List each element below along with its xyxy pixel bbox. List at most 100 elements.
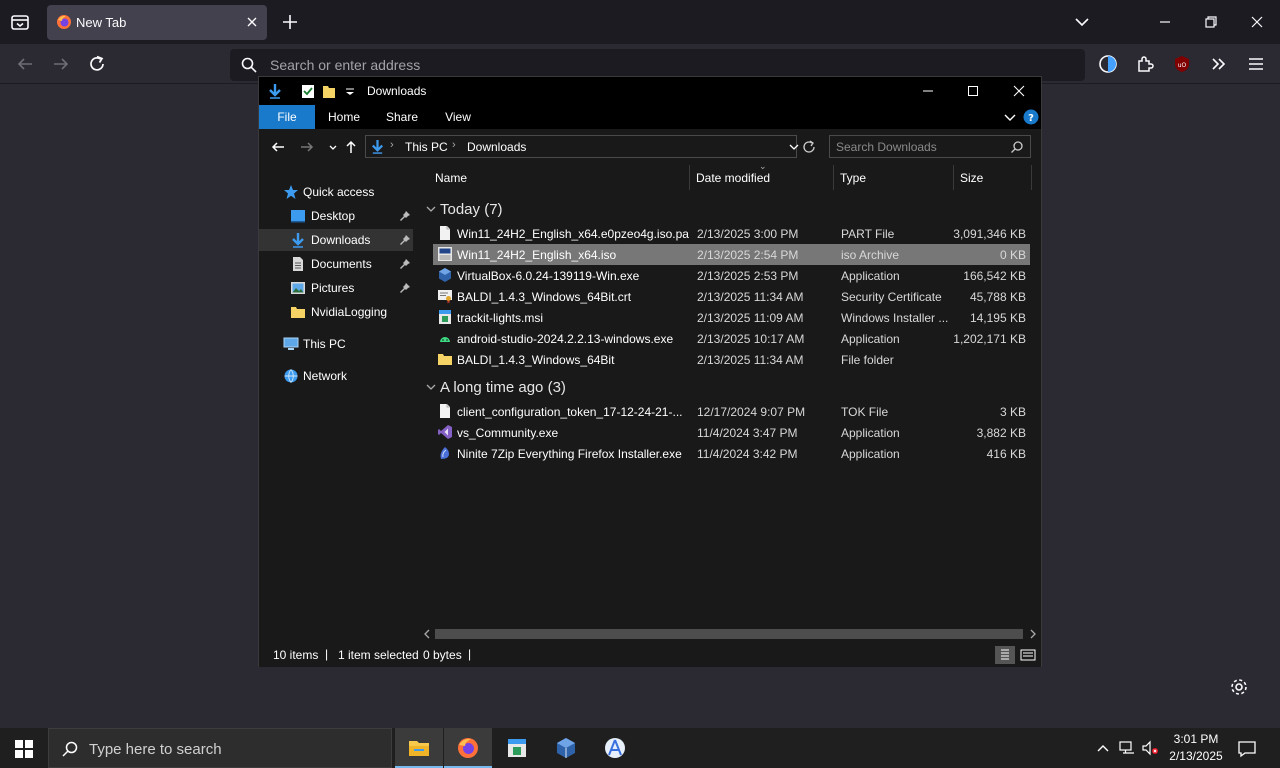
properties-check-icon[interactable]: [300, 83, 316, 99]
minimize-icon[interactable]: [1156, 13, 1174, 31]
nav-documents[interactable]: Documents: [259, 253, 413, 275]
ublock-origin-icon[interactable]: uO: [1171, 53, 1193, 75]
file-row[interactable]: Win11_24H2_English_x64.iso 2/13/2025 2:54…: [433, 244, 1030, 265]
file-name: VirtualBox-6.0.24-139119-Win.exe: [457, 269, 640, 283]
nav-nvidialogging[interactable]: NvidiaLogging: [259, 301, 413, 323]
customize-dropdown-icon[interactable]: [342, 83, 358, 99]
ribbon-tab-share[interactable]: Share: [383, 105, 421, 129]
column-divider[interactable]: [1031, 165, 1032, 190]
installer-icon: [437, 309, 453, 325]
minimize-icon[interactable]: [920, 83, 936, 99]
browser-tab[interactable]: New Tab: [47, 5, 267, 40]
file-row[interactable]: android-studio-2024.2.2.13-windows.exe 2/…: [433, 328, 1030, 349]
column-divider[interactable]: [953, 165, 954, 190]
scrollbar-thumb[interactable]: [435, 629, 1023, 639]
hamburger-menu-icon[interactable]: [1245, 53, 1267, 75]
overflow-chevrons-icon[interactable]: [1208, 53, 1230, 75]
up-arrow-icon[interactable]: [343, 139, 359, 155]
nav-this-pc[interactable]: This PC: [259, 333, 413, 355]
ribbon-tab-file[interactable]: File: [259, 105, 315, 129]
taskbar-android-studio[interactable]: [591, 728, 639, 768]
forward-arrow-icon[interactable]: [50, 53, 72, 75]
expand-ribbon-icon[interactable]: [1002, 109, 1018, 125]
ribbon-tab-home[interactable]: Home: [325, 105, 363, 129]
file-icon: [437, 225, 453, 241]
notification-center-icon[interactable]: [1237, 739, 1257, 759]
maximize-icon[interactable]: [965, 83, 981, 99]
search-icon: [61, 740, 79, 758]
tab-list-icon[interactable]: [8, 10, 32, 34]
file-row[interactable]: Win11_24H2_English_x64.e0pzeo4g.iso.part…: [433, 223, 1030, 244]
search-downloads-box[interactable]: [829, 135, 1031, 158]
contrast-extension-icon[interactable]: [1097, 53, 1119, 75]
taskbar-file-explorer[interactable]: [395, 728, 443, 768]
file-row[interactable]: BALDI_1.4.3_Windows_64Bit.crt 2/13/2025 1…: [433, 286, 1030, 307]
new-folder-icon[interactable]: [322, 83, 338, 99]
search-input[interactable]: [836, 139, 1006, 155]
details-view-icon[interactable]: [995, 646, 1015, 664]
help-icon[interactable]: ?: [1023, 109, 1039, 125]
refresh-icon[interactable]: [801, 139, 817, 155]
nav-quick-access[interactable]: Quick access: [259, 181, 413, 203]
column-header-date[interactable]: Date modified: [696, 171, 770, 185]
nav-pictures[interactable]: Pictures: [259, 277, 413, 299]
taskbar-firefox[interactable]: [444, 728, 492, 768]
extensions-puzzle-icon[interactable]: [1134, 53, 1156, 75]
back-arrow-icon[interactable]: [14, 53, 36, 75]
back-arrow-icon[interactable]: [270, 139, 286, 155]
url-input[interactable]: [270, 55, 970, 75]
window-close-icon[interactable]: [1248, 13, 1266, 31]
file-type: Application: [841, 426, 900, 440]
android-studio-icon: [605, 738, 625, 758]
taskbar-virtualbox[interactable]: [542, 728, 590, 768]
file-row[interactable]: trackit-lights.msi 2/13/2025 11:09 AM Wind…: [433, 307, 1030, 328]
taskbar-search-box[interactable]: Type here to search: [48, 728, 392, 768]
file-row[interactable]: VirtualBox-6.0.24-139119-Win.exe 2/13/202…: [433, 265, 1030, 286]
new-tab-plus-icon[interactable]: [280, 12, 300, 32]
nav-label: NvidiaLogging: [311, 305, 388, 319]
taskbar-installer-app[interactable]: [493, 728, 541, 768]
windows-start-icon[interactable]: [0, 728, 48, 768]
file-row[interactable]: BALDI_1.4.3_Windows_64Bit 2/13/2025 11:34…: [433, 349, 1030, 370]
folder-icon: [290, 304, 306, 320]
scroll-left-icon[interactable]: [422, 629, 432, 639]
ribbon-tab-view[interactable]: View: [441, 105, 475, 129]
restore-icon[interactable]: [1202, 13, 1220, 31]
column-divider[interactable]: [689, 165, 690, 190]
network-wired-icon[interactable]: [1118, 739, 1136, 757]
nav-downloads[interactable]: Downloads: [259, 229, 413, 251]
nav-network[interactable]: Network: [259, 365, 413, 387]
taskbar-clock[interactable]: 3:01 PM 2/13/2025: [1160, 731, 1232, 765]
reload-icon[interactable]: [86, 53, 108, 75]
chevron-down-icon: [425, 203, 437, 215]
recent-locations-chevron-icon[interactable]: [325, 139, 341, 155]
column-header-type[interactable]: Type: [840, 171, 866, 185]
close-icon[interactable]: [1011, 83, 1027, 99]
nav-desktop[interactable]: Desktop: [259, 205, 413, 227]
breadcrumb-bar[interactable]: › This PC › Downloads: [365, 135, 799, 158]
column-header-name[interactable]: Name: [435, 171, 467, 185]
column-header-size[interactable]: Size: [960, 171, 983, 185]
gear-icon[interactable]: [1228, 676, 1250, 698]
large-icons-view-icon[interactable]: [1018, 646, 1038, 664]
breadcrumb-this-pc[interactable]: This PC: [405, 140, 448, 154]
show-hidden-icons-chevron-up-icon[interactable]: [1094, 739, 1112, 757]
file-row[interactable]: vs_Community.exe 11/4/2024 3:47 PM Applica…: [433, 422, 1030, 443]
file-row[interactable]: Ninite 7Zip Everything Firefox Installer…: [433, 443, 1030, 464]
tab-close-icon[interactable]: [245, 15, 259, 29]
column-divider[interactable]: [833, 165, 834, 190]
file-name: Win11_24H2_English_x64.e0pzeo4g.iso.part: [457, 227, 689, 241]
file-name: client_configuration_token_17-12-24-21-.…: [457, 405, 683, 419]
file-date-modified: 2/13/2025 11:09 AM: [697, 311, 804, 325]
horizontal-scrollbar[interactable]: [419, 626, 1041, 642]
forward-arrow-icon[interactable]: [299, 139, 315, 155]
chevron-down-icon[interactable]: [1073, 13, 1091, 31]
file-row[interactable]: client_configuration_token_17-12-24-21-.…: [433, 401, 1030, 422]
file-group-header[interactable]: A long time ago (3): [419, 376, 1031, 398]
volume-muted-icon[interactable]: [1141, 739, 1159, 757]
address-dropdown-icon[interactable]: [787, 140, 801, 154]
download-arrow-icon: [267, 83, 283, 99]
scroll-right-icon[interactable]: [1028, 629, 1038, 639]
breadcrumb-downloads[interactable]: Downloads: [467, 140, 526, 154]
file-group-header[interactable]: Today (7): [419, 198, 1031, 220]
